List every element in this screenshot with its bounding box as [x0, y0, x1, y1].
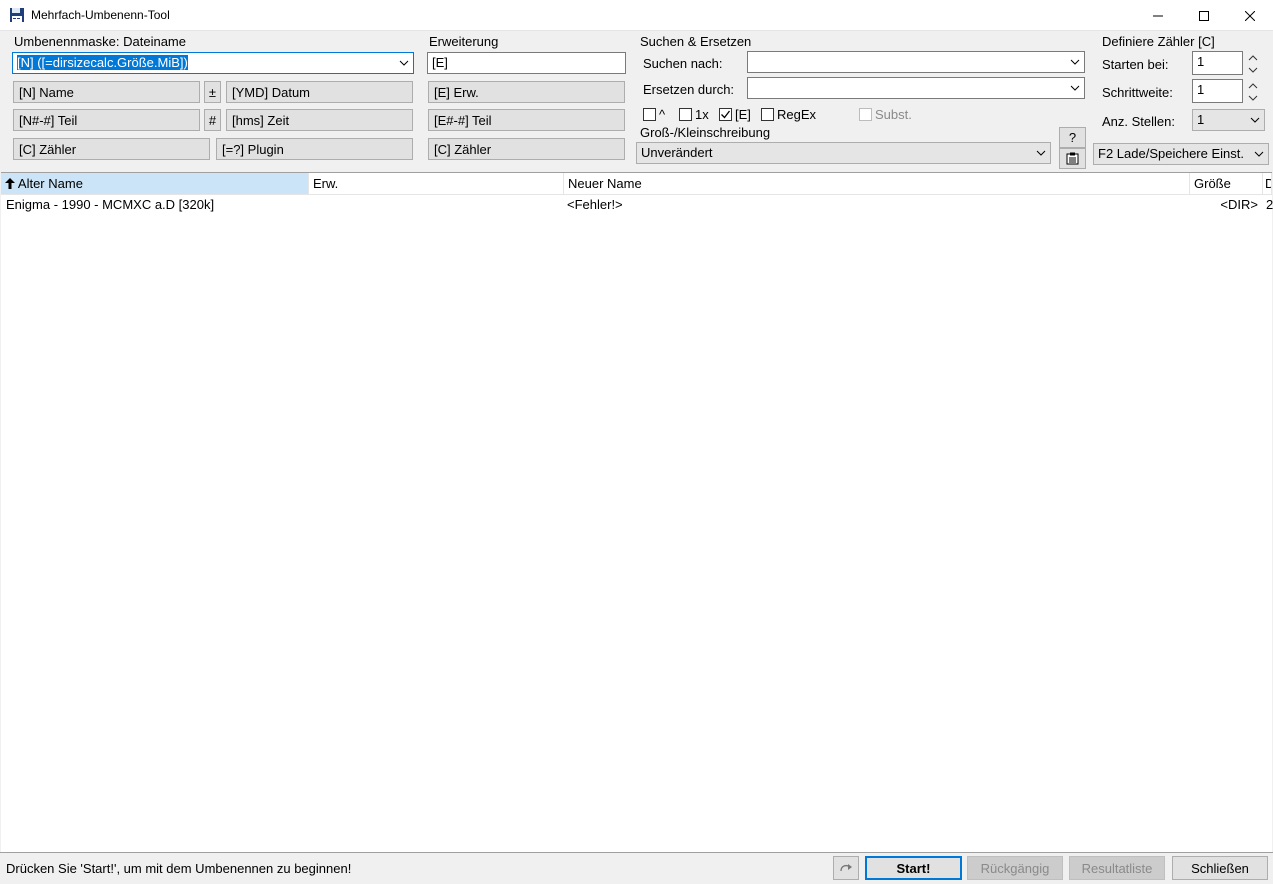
up-down-arrows-icon [1248, 55, 1258, 73]
counter-group-label: Definiere Zähler [C] [1102, 34, 1215, 49]
start-button[interactable]: Start! [865, 856, 962, 880]
minimize-button[interactable] [1135, 0, 1181, 31]
case-value: Unverändert [641, 145, 713, 160]
plusminus-button[interactable]: ± [204, 81, 221, 103]
extension-input[interactable]: [E] [427, 52, 626, 74]
cell-new-name: <Fehler!> [567, 197, 623, 212]
subst-checkbox[interactable]: Subst. [859, 107, 912, 122]
cell-date: 2 [1266, 197, 1273, 212]
caret-checkbox-label: ^ [659, 107, 666, 122]
counter-digits-select[interactable]: 1 [1192, 109, 1265, 131]
close-button[interactable] [1227, 0, 1273, 31]
title-bar: Mehrfach-Umbenenn-Tool [0, 0, 1273, 31]
chevron-down-icon [1070, 59, 1080, 65]
case-select[interactable]: Unverändert [636, 142, 1051, 164]
undo-button[interactable]: Rückgängig [967, 856, 1063, 880]
insert-name-button[interactable]: [N] Name [13, 81, 200, 103]
arrow-up-icon [5, 178, 15, 189]
search-label: Suchen nach: [643, 56, 723, 71]
counter-digits-label: Anz. Stellen: [1102, 114, 1175, 129]
column-header-size[interactable]: Größe [1190, 173, 1263, 194]
checkbox-box [719, 108, 732, 121]
help-button[interactable]: ? [1059, 127, 1086, 148]
regex-checkbox-label: RegEx [777, 107, 817, 122]
maximize-button[interactable] [1181, 0, 1227, 31]
redo-arrow-icon [840, 864, 852, 872]
counter-digits-value: 1 [1197, 112, 1205, 127]
insert-counter-button[interactable]: [C] Zähler [13, 138, 210, 160]
mask-input[interactable]: [N] ([=dirsizecalc.Größe.MiB]) [12, 52, 414, 74]
insert-extension-counter-button[interactable]: [C] Zähler [428, 138, 625, 160]
search-input[interactable] [747, 51, 1085, 73]
counter-start-spinner[interactable] [1247, 53, 1259, 75]
cell-size: <DIR> [1220, 197, 1258, 212]
chevron-down-icon [1036, 150, 1046, 156]
maximize-icon [1199, 10, 1209, 21]
counter-start-input[interactable]: 1 [1192, 51, 1243, 75]
mask-group-label: Umbenennmaske: Dateiname [14, 34, 186, 49]
column-header-old-name-label: Alter Name [17, 176, 83, 191]
once-checkbox[interactable]: 1x [679, 107, 709, 122]
clipboard-button[interactable] [1059, 148, 1086, 169]
counter-step-input[interactable]: 1 [1192, 79, 1243, 103]
load-save-value: F2 Lade/Speichere Einst. [1098, 146, 1244, 161]
chevron-down-icon [1250, 117, 1260, 123]
once-checkbox-label: 1x [695, 107, 709, 122]
window-title: Mehrfach-Umbenenn-Tool [31, 8, 170, 22]
column-header-date[interactable]: D [1263, 173, 1272, 194]
checkmark-icon [721, 110, 731, 119]
clipboard-list-icon [1066, 152, 1079, 165]
subst-checkbox-label: Subst. [875, 107, 912, 122]
insert-extension-part-button[interactable]: [E#-#] Teil [428, 109, 625, 131]
column-header-new-name[interactable]: Neuer Name [564, 173, 1190, 194]
chevron-down-icon [1254, 151, 1264, 157]
regex-checkbox[interactable]: RegEx [761, 107, 816, 122]
result-list-button[interactable]: Resultatliste [1069, 856, 1165, 880]
cell-old-name: Enigma - 1990 - MCMXC a.D [320k] [6, 197, 215, 212]
insert-plugin-button[interactable]: [=?] Plugin [216, 138, 413, 160]
floppy-disk-icon [9, 7, 25, 23]
redo-button[interactable] [833, 856, 859, 880]
checkbox-box [643, 108, 656, 121]
extension-checkbox[interactable]: [E] [719, 107, 751, 122]
status-message: Drücken Sie 'Start!', um mit dem Umbenen… [6, 861, 352, 876]
replace-input[interactable] [747, 77, 1085, 99]
mask-value: [N] ([=dirsizecalc.Größe.MiB]) [17, 55, 188, 70]
column-header-extension[interactable]: Erw. [309, 173, 564, 194]
extension-checkbox-label: [E] [735, 107, 751, 122]
case-group-label: Groß-/Kleinschreibung [640, 125, 771, 140]
caret-checkbox[interactable]: ^ [643, 107, 665, 122]
checkbox-box [761, 108, 774, 121]
status-bar: Drücken Sie 'Start!', um mit dem Umbenen… [0, 852, 1273, 884]
counter-step-spinner[interactable] [1247, 81, 1259, 103]
table-row[interactable]: Enigma - 1990 - MCMXC a.D [320k] <Fehler… [1, 195, 1273, 215]
search-group-label: Suchen & Ersetzen [640, 34, 752, 49]
insert-time-button[interactable]: [hms] Zeit [226, 109, 413, 131]
checkbox-box [679, 108, 692, 121]
insert-extension-button[interactable]: [E] Erw. [428, 81, 625, 103]
hash-button[interactable]: # [204, 109, 221, 131]
insert-date-button[interactable]: [YMD] Datum [226, 81, 413, 103]
column-header-old-name[interactable]: Alter Name [1, 173, 309, 194]
insert-name-part-button[interactable]: [N#-#] Teil [13, 109, 200, 131]
chevron-down-icon [399, 60, 409, 66]
extension-group-label: Erweiterung [429, 34, 499, 49]
replace-label: Ersetzen durch: [643, 82, 735, 97]
chevron-down-icon [1070, 85, 1080, 91]
checkbox-box [859, 108, 872, 121]
close-dialog-button[interactable]: Schließen [1172, 856, 1268, 880]
up-down-arrows-icon [1248, 83, 1258, 101]
file-list[interactable]: Alter Name Erw. Neuer Name Größe D Enigm… [1, 172, 1273, 852]
load-save-settings-select[interactable]: F2 Lade/Speichere Einst. [1093, 143, 1269, 165]
counter-start-label: Starten bei: [1102, 57, 1169, 72]
counter-step-label: Schrittweite: [1102, 85, 1173, 100]
minimize-icon [1153, 15, 1163, 16]
close-icon [1245, 10, 1255, 21]
